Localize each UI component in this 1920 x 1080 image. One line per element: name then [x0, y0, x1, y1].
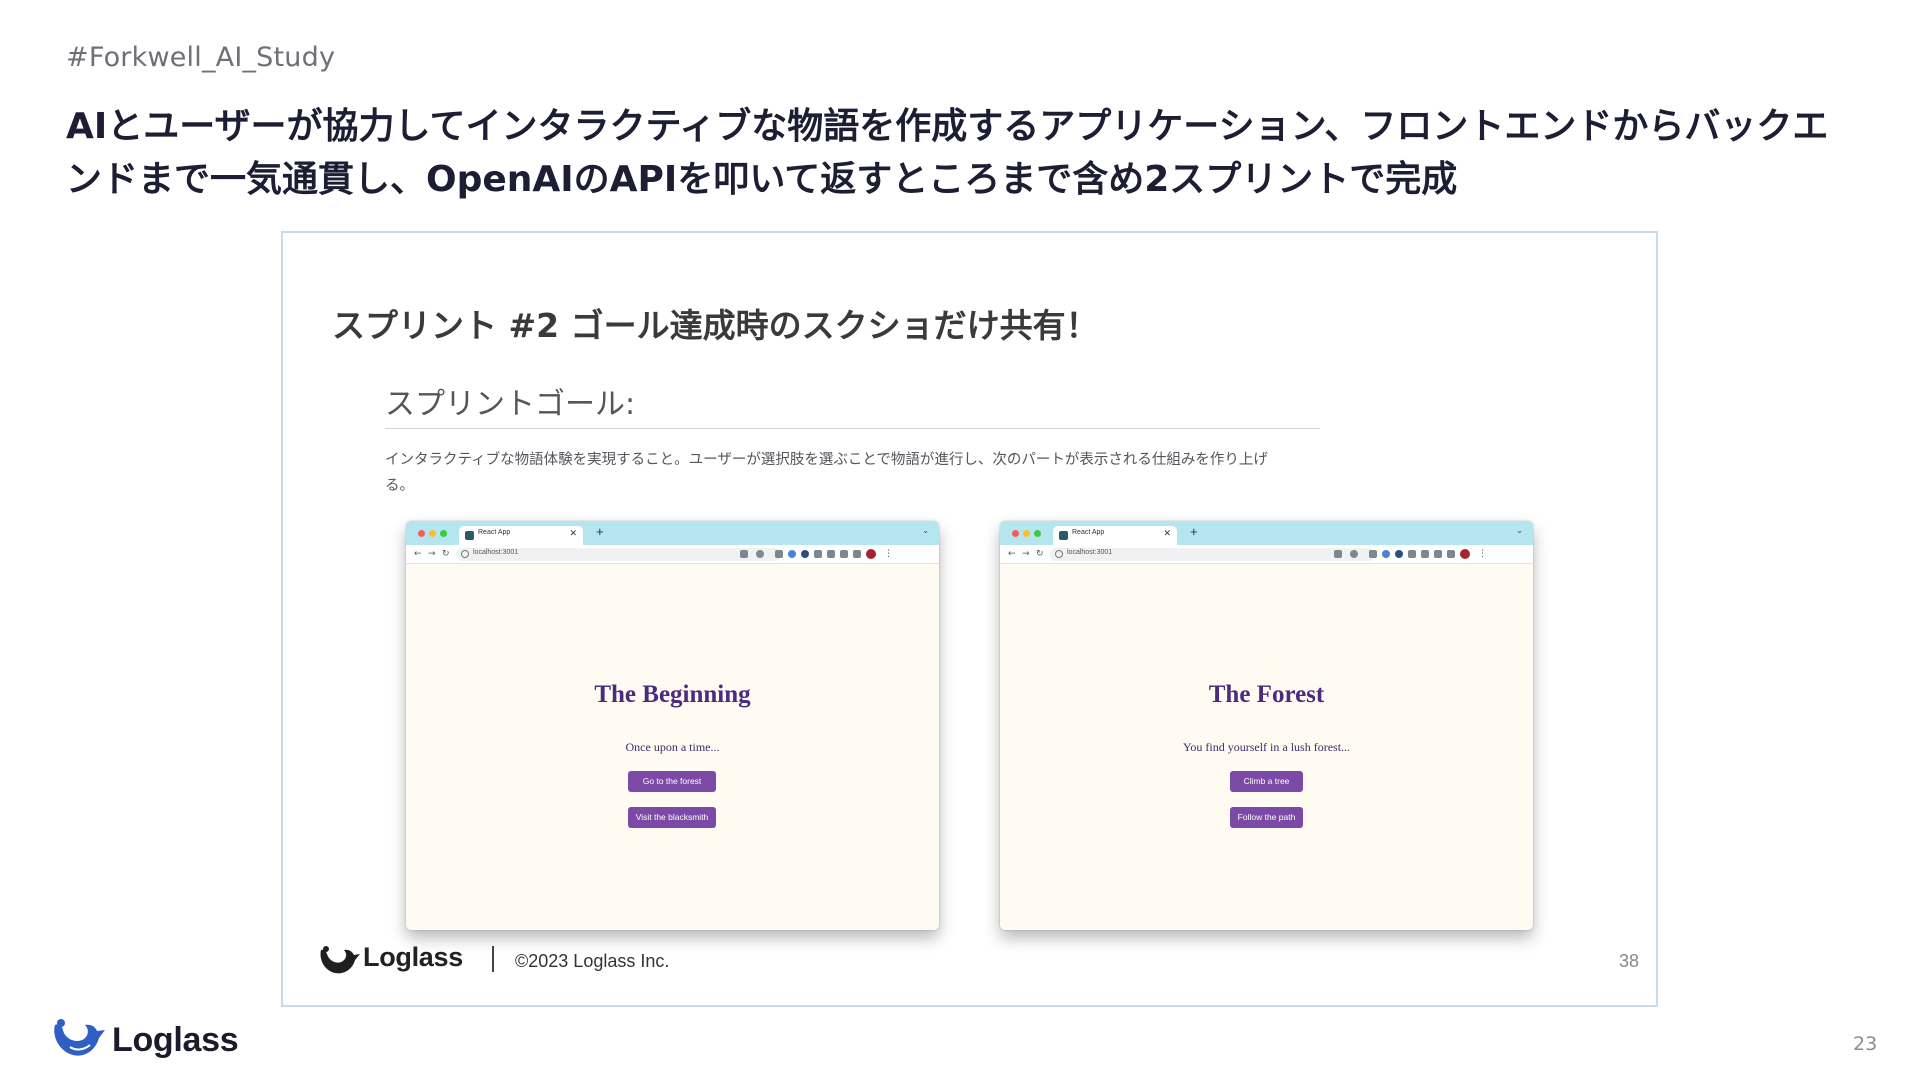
extension-icon[interactable]: [775, 550, 783, 558]
embedded-slide-title: スプリント #2 ゴール達成時のスクショだけ共有！: [332, 306, 1099, 345]
extension-icon[interactable]: [1421, 550, 1429, 558]
new-tab-icon[interactable]: +: [1190, 524, 1198, 539]
browser-screenshot-beginning: React App ✕ + ⌄ ← → ↻ localhost:3001 ⋮ T…: [406, 521, 939, 930]
url-text: localhost:3001: [1067, 549, 1113, 556]
react-favicon-icon: [1059, 531, 1068, 540]
sidebar-icon[interactable]: [1447, 550, 1455, 558]
story-heading: The Forest: [1208, 681, 1325, 708]
bookmark-star-icon[interactable]: [756, 550, 764, 558]
minimize-window-dot[interactable]: [429, 530, 436, 537]
follow-path-button[interactable]: Follow the path: [1230, 807, 1303, 828]
headline-line-1: AIとユーザーが協力してインタラクティブな物語を作成するアプリケーション、フロン…: [66, 106, 1829, 147]
browser-toolbar: ← → ↻ localhost:3001 ⋮: [1000, 545, 1533, 564]
tab-title: React App: [478, 529, 511, 536]
extension-icon[interactable]: [1395, 550, 1403, 558]
back-arrow-icon[interactable]: ←: [414, 548, 422, 560]
maximize-window-dot[interactable]: [440, 530, 447, 537]
reload-icon[interactable]: ↻: [442, 548, 450, 560]
divider: [492, 946, 494, 972]
story-heading: The Beginning: [594, 681, 751, 708]
hashtag: #Forkwell_AI_Study: [66, 42, 336, 73]
site-info-icon[interactable]: [1055, 550, 1063, 558]
extension-icon[interactable]: [814, 550, 822, 558]
browser-screenshot-forest: React App ✕ + ⌄ ← → ↻ localhost:3001 ⋮ T…: [1000, 521, 1533, 930]
more-menu-icon[interactable]: ⋮: [884, 548, 893, 560]
share-icon[interactable]: [1334, 550, 1342, 558]
extension-icon[interactable]: [827, 550, 835, 558]
profile-avatar[interactable]: [866, 549, 876, 559]
headline-line-2: ンドまで一気通貫し、OpenAIのAPIを叩いて返すところまで含め2スプリントで…: [66, 159, 1458, 200]
profile-avatar[interactable]: [1460, 549, 1470, 559]
new-tab-icon[interactable]: +: [596, 524, 604, 539]
climb-tree-button[interactable]: Climb a tree: [1230, 771, 1303, 792]
bookmark-star-icon[interactable]: [1350, 550, 1358, 558]
page-headline: AIとユーザーが協力してインタラクティブな物語を作成するアプリケーション、フロン…: [66, 100, 1866, 206]
sprint-goal-heading: スプリントゴール:: [385, 387, 636, 422]
react-favicon-icon: [465, 531, 474, 540]
forward-arrow-icon[interactable]: →: [428, 548, 436, 560]
browser-toolbar: ← → ↻ localhost:3001 ⋮: [406, 545, 939, 564]
embedded-page-number: 38: [1619, 951, 1640, 971]
browser-tab[interactable]: React App ✕: [459, 526, 583, 545]
extension-icon[interactable]: [1408, 550, 1416, 558]
tab-bar: React App ✕ + ⌄: [1000, 521, 1533, 545]
divider: [385, 428, 1320, 429]
url-text: localhost:3001: [473, 549, 519, 556]
close-window-dot[interactable]: [418, 530, 425, 537]
goal-text-line-1: インタラクティブな物語体験を実現すること。ユーザーが選択肢を選ぶことで物語が進行…: [385, 452, 1268, 468]
address-bar[interactable]: localhost:3001: [456, 548, 781, 561]
address-bar[interactable]: localhost:3001: [1050, 548, 1375, 561]
back-arrow-icon[interactable]: ←: [1008, 548, 1016, 560]
loglass-logo-text: Loglass: [363, 942, 463, 972]
go-to-forest-button[interactable]: Go to the forest: [628, 771, 716, 792]
browser-tab[interactable]: React App ✕: [1053, 526, 1177, 545]
copyright-text: ©2023 Loglass Inc.: [515, 951, 670, 971]
tab-close-icon[interactable]: ✕: [569, 528, 577, 539]
embedded-slide: スプリント #2 ゴール達成時のスクショだけ共有！ スプリントゴール: インタラ…: [281, 231, 1658, 1007]
reload-icon[interactable]: ↻: [1036, 548, 1044, 560]
loglass-logo-text: Loglass: [112, 1021, 239, 1059]
story-text: You find yourself in a lush forest...: [1182, 740, 1351, 754]
more-menu-icon[interactable]: ⋮: [1478, 548, 1487, 560]
page-number: 23: [1853, 1033, 1878, 1055]
extensions-puzzle-icon[interactable]: [1434, 550, 1442, 558]
extension-icon[interactable]: [801, 550, 809, 558]
maximize-window-dot[interactable]: [1034, 530, 1041, 537]
share-icon[interactable]: [740, 550, 748, 558]
goal-text-line-2: る。: [385, 478, 414, 494]
story-text: Once upon a time...: [625, 740, 720, 754]
extension-icon[interactable]: [1382, 550, 1390, 558]
close-window-dot[interactable]: [1012, 530, 1019, 537]
loglass-whale-logo-icon: [320, 946, 360, 974]
forward-arrow-icon[interactable]: →: [1022, 548, 1030, 560]
sprint-goal-text: インタラクティブな物語体験を実現すること。ユーザーが選択肢を選ぶことで物語が進行…: [385, 447, 1325, 499]
minimize-window-dot[interactable]: [1023, 530, 1030, 537]
visit-blacksmith-button[interactable]: Visit the blacksmith: [628, 807, 716, 828]
site-info-icon[interactable]: [461, 550, 469, 558]
tab-close-icon[interactable]: ✕: [1163, 528, 1171, 539]
tab-bar: React App ✕ + ⌄: [406, 521, 939, 545]
extension-icon[interactable]: [788, 550, 796, 558]
extension-icon[interactable]: [1369, 550, 1377, 558]
tab-title: React App: [1072, 529, 1105, 536]
loglass-whale-logo-icon: [54, 1019, 105, 1056]
sidebar-icon[interactable]: [853, 550, 861, 558]
extensions-puzzle-icon[interactable]: [840, 550, 848, 558]
chevron-down-icon[interactable]: ⌄: [1516, 526, 1523, 535]
chevron-down-icon[interactable]: ⌄: [922, 526, 929, 535]
